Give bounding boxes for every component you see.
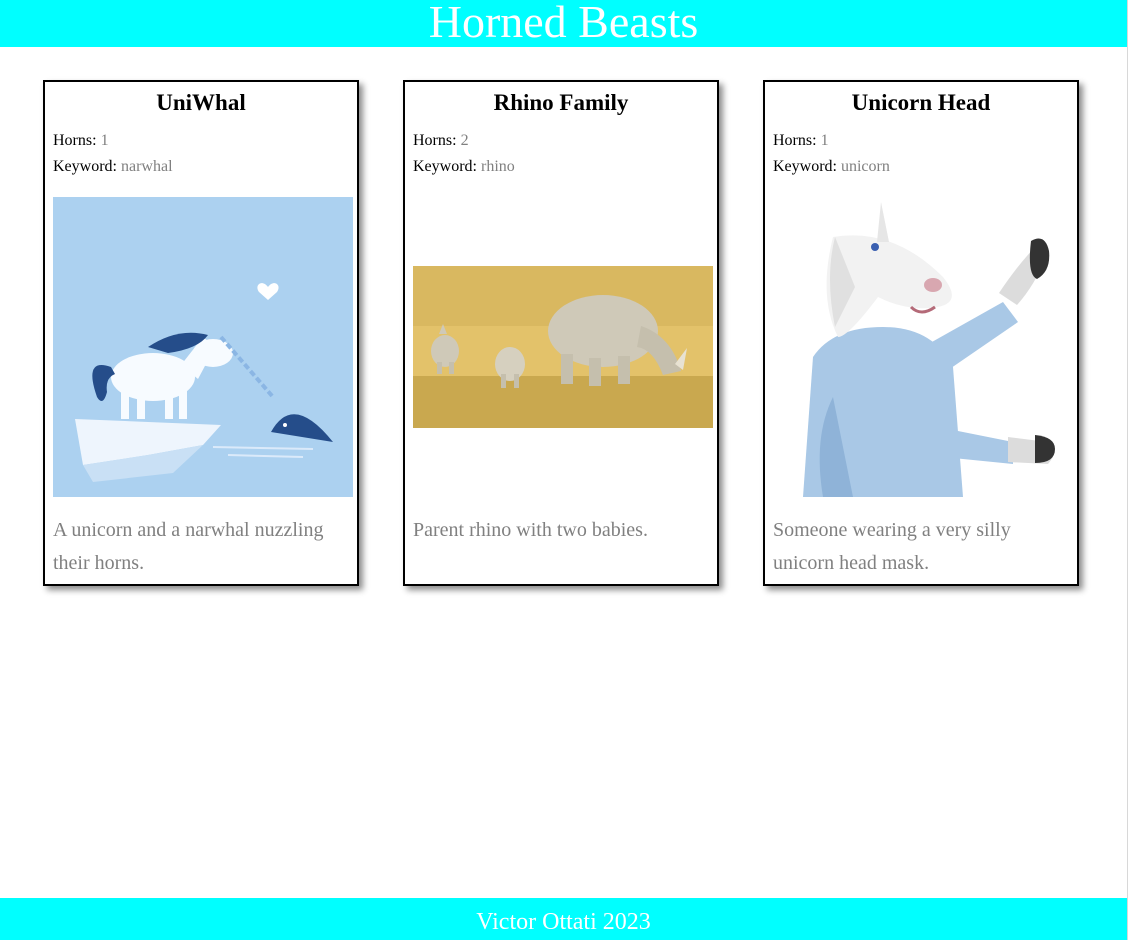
horns-label: Horns: — [413, 132, 457, 149]
page-header: Horned Beasts — [0, 0, 1127, 47]
beast-description: Someone wearing a very silly unicorn hea… — [773, 519, 1011, 574]
page-title: Horned Beasts — [428, 0, 699, 47]
beast-title: Unicorn Head — [851, 90, 991, 115]
keyword-value: unicorn — [840, 158, 890, 175]
horns-value: 1 — [820, 132, 829, 149]
horns-line: Horns: 1 — [773, 132, 829, 150]
horns-label: Horns: — [773, 132, 817, 149]
beast-description: A unicorn and a narwhal nuzzling their h… — [53, 519, 324, 574]
beast-image-uniwhal[interactable] — [53, 197, 353, 497]
keyword-line: Keyword: unicorn — [773, 158, 890, 176]
keyword-label: Keyword: — [413, 158, 477, 175]
horns-value: 2 — [460, 132, 469, 149]
beast-card-uniwhal[interactable]: UniWhal Horns: 1 Keyword: narwhal A unic… — [43, 80, 359, 586]
keyword-label: Keyword: — [53, 158, 117, 175]
beast-card-unicorn-head[interactable]: Unicorn Head Horns: 1 Keyword: unicorn S… — [763, 80, 1079, 586]
keyword-value: narwhal — [120, 158, 173, 175]
keyword-line: Keyword: narwhal — [53, 158, 173, 176]
beast-title: UniWhal — [156, 90, 246, 115]
horns-label: Horns: — [53, 132, 97, 149]
keyword-label: Keyword: — [773, 158, 837, 175]
footer-text: Victor Ottati 2023 — [476, 909, 651, 935]
horns-value: 1 — [100, 132, 109, 149]
beast-description: Parent rhino with two babies. — [413, 519, 648, 541]
page-footer: Victor Ottati 2023 — [0, 898, 1127, 940]
keyword-line: Keyword: rhino — [413, 158, 515, 176]
horns-line: Horns: 2 — [413, 132, 469, 150]
beast-image-rhino-family[interactable] — [413, 197, 713, 497]
keyword-value: rhino — [480, 158, 515, 175]
beast-title: Rhino Family — [493, 90, 629, 115]
horns-line: Horns: 1 — [53, 132, 109, 150]
beast-image-unicorn-head[interactable] — [773, 197, 1073, 497]
beast-card-rhino-family[interactable]: Rhino Family Horns: 2 Keyword: rhino Par… — [403, 80, 719, 586]
